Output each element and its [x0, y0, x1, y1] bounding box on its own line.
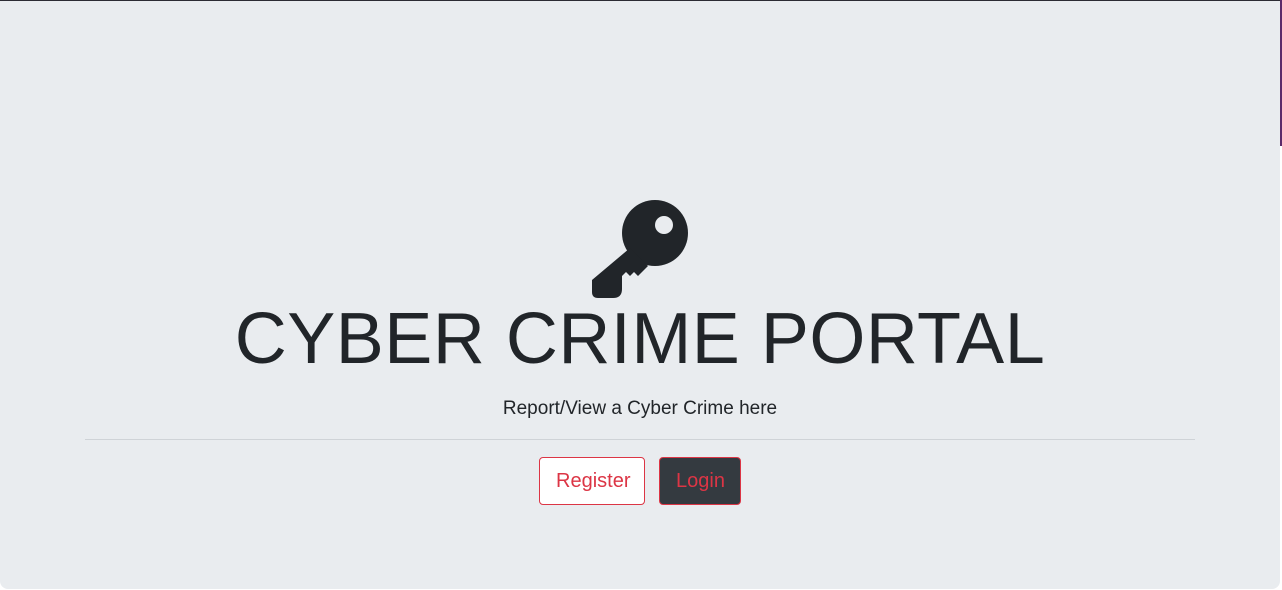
register-button[interactable]: Register [539, 457, 645, 505]
login-button[interactable]: Login [659, 457, 741, 505]
browser-viewport: CYBER CRIME PORTAL Report/View a Cyber C… [0, 0, 1282, 590]
page-title: CYBER CRIME PORTAL [234, 299, 1046, 379]
key-icon [592, 200, 688, 298]
divider [85, 439, 1195, 440]
hero-jumbotron: CYBER CRIME PORTAL Report/View a Cyber C… [0, 1, 1280, 589]
page-subtitle: Report/View a Cyber Crime here [502, 398, 778, 419]
action-buttons: Register Login [0, 457, 1280, 505]
